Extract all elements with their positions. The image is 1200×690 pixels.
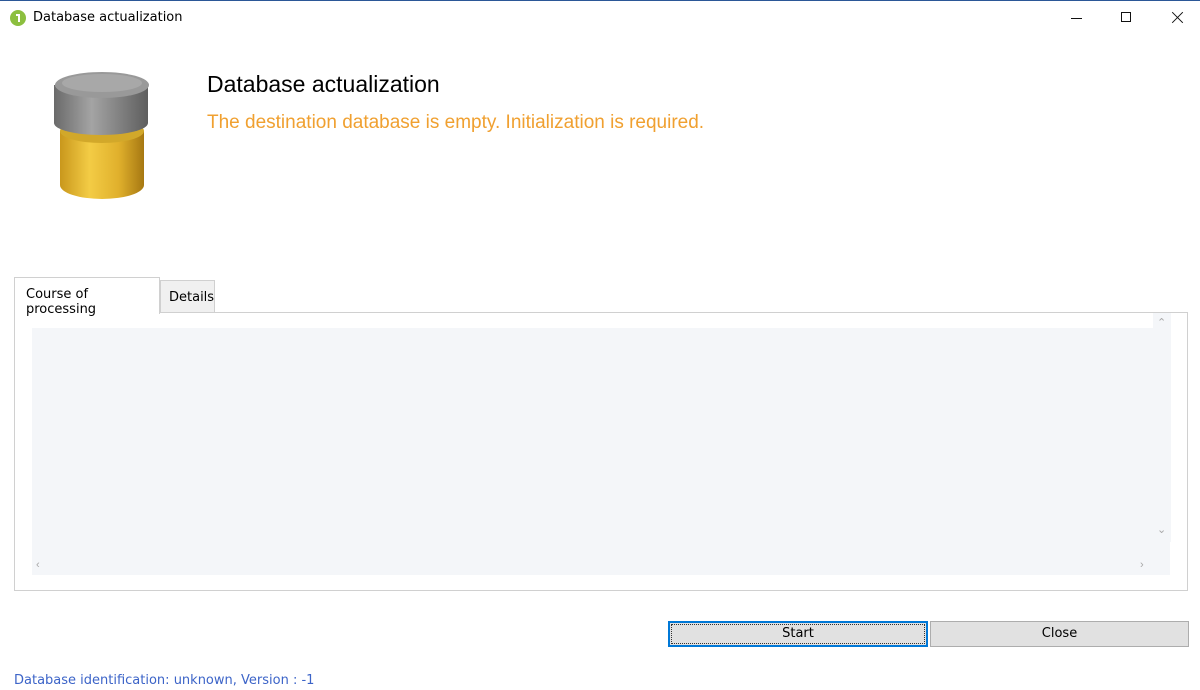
maximize-icon <box>1121 12 1131 22</box>
scroll-left-icon[interactable]: ‹ <box>36 560 40 571</box>
window-title: Database actualization <box>33 10 183 25</box>
tab-panel: ⌃ ⌄ ‹ › <box>14 312 1188 591</box>
tab-course-of-processing[interactable]: Course of processing <box>14 277 160 317</box>
processing-log[interactable] <box>32 328 1170 557</box>
minimize-button[interactable] <box>1054 1 1100 35</box>
scroll-right-icon[interactable]: › <box>1140 560 1144 571</box>
start-button[interactable]: Start <box>668 621 928 647</box>
scroll-up-icon[interactable]: ⌃ <box>1157 318 1166 329</box>
vertical-scrollbar[interactable]: ⌃ ⌄ <box>1153 313 1171 542</box>
title-bar[interactable]: Database actualization <box>0 1 1200 35</box>
close-button[interactable]: Close <box>930 621 1189 647</box>
header-title: Database actualization <box>207 71 440 97</box>
scroll-down-icon[interactable]: ⌄ <box>1157 525 1166 536</box>
minimize-icon <box>1071 18 1082 19</box>
app-logo-icon <box>10 10 26 26</box>
tab-details[interactable]: Details <box>160 280 215 313</box>
maximize-button[interactable] <box>1103 1 1149 35</box>
database-icon <box>54 72 149 199</box>
dialog-window: Database actualization Database actualiz… <box>0 0 1200 690</box>
close-window-button[interactable] <box>1154 1 1200 35</box>
status-message: The destination database is empty. Initi… <box>207 112 705 133</box>
database-info: Database identification: unknown, Versio… <box>14 673 315 688</box>
horizontal-scrollbar[interactable]: ‹ › <box>32 557 1170 575</box>
